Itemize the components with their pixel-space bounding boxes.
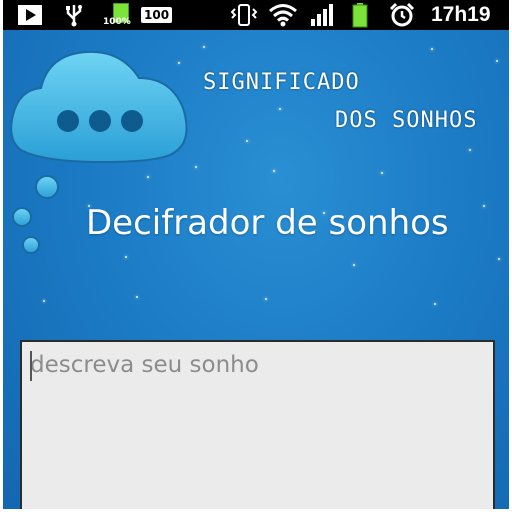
- wifi-icon: [268, 0, 298, 30]
- status-time: 17h19: [431, 3, 491, 26]
- battery-small-percent: 100%: [103, 17, 131, 27]
- battery-level-badge: 100: [141, 0, 173, 30]
- play-icon: [17, 0, 43, 30]
- signal-icon: [309, 0, 337, 30]
- page-title: Decifrador de sonhos: [86, 203, 449, 243]
- status-bar: 100% 100 17h19: [3, 0, 509, 30]
- battery-icon: [351, 0, 369, 30]
- alarm-icon: [388, 0, 416, 30]
- app-title-line2: dos sonhos: [335, 108, 478, 133]
- battery-level-text: 100: [141, 7, 173, 23]
- app-title-line1: Significado: [203, 70, 360, 95]
- text-cursor: [30, 351, 32, 381]
- app-screen: 100% 100 17h19 SIGNIFICADO DOS SONHOS De…: [3, 0, 509, 509]
- vibrate-icon: [229, 0, 259, 30]
- usb-icon: [63, 0, 85, 30]
- dream-description-input[interactable]: [20, 340, 495, 509]
- battery-small-indicator: 100%: [103, 0, 135, 30]
